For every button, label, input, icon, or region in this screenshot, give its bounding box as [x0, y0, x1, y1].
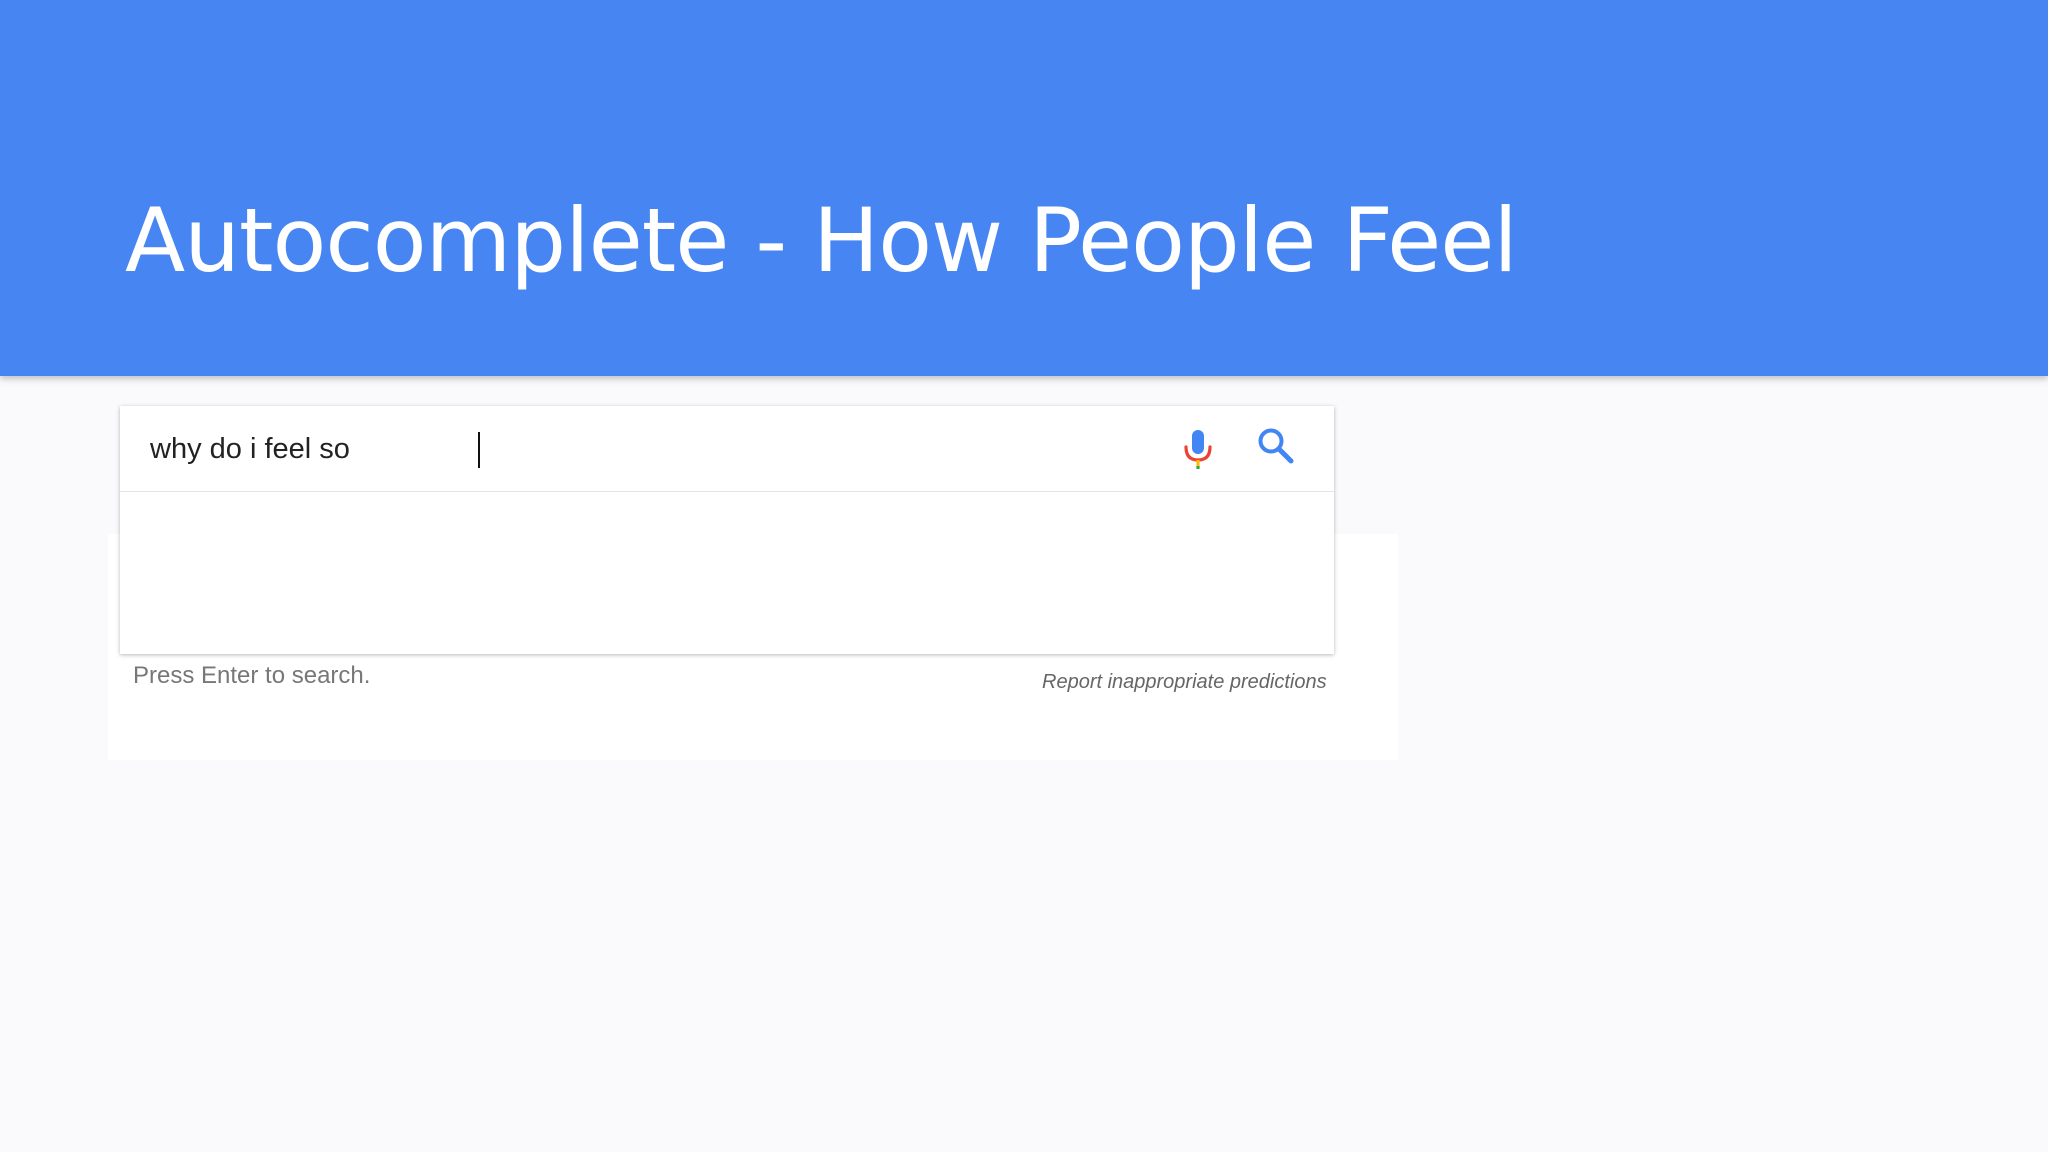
report-predictions-link[interactable]: Report inappropriate predictions — [1042, 671, 1327, 694]
slide-title: Autocomplete - How People Feel — [125, 189, 1518, 292]
slide-header: Autocomplete - How People Feel — [0, 0, 2048, 376]
voice-search-button[interactable] — [1178, 426, 1218, 474]
magnifier-icon — [1258, 428, 1294, 464]
text-cursor — [478, 432, 480, 468]
autocomplete-suggestions — [120, 492, 1334, 654]
search-button[interactable] — [1256, 426, 1296, 466]
press-enter-hint: Press Enter to search. — [133, 662, 371, 689]
microphone-icon — [1184, 430, 1212, 469]
search-bar — [120, 406, 1334, 492]
search-input[interactable] — [150, 424, 1150, 474]
slide: Autocomplete - How People Feel why do i … — [0, 0, 2048, 1152]
search-box — [120, 406, 1334, 654]
